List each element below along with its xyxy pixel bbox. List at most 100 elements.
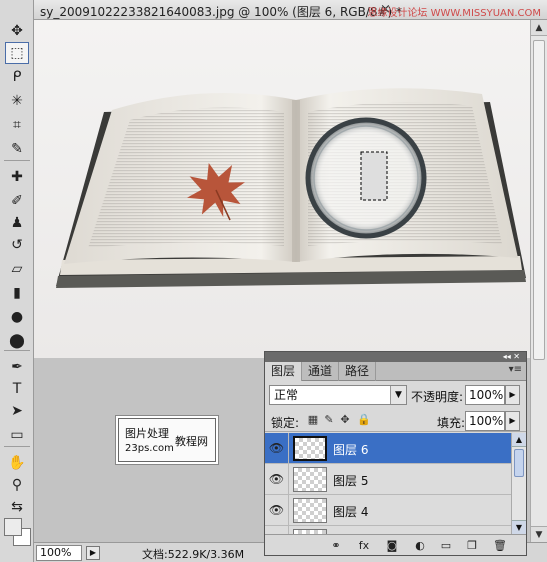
layer-thumbnail [293, 498, 327, 523]
status-menu-icon[interactable]: ▶ [86, 546, 100, 560]
visibility-eye-icon[interactable]: 👁 [265, 464, 289, 494]
fill-field[interactable]: 100% [465, 411, 505, 431]
visibility-eye-icon[interactable]: 👁 [265, 433, 289, 463]
hand-icon: ✋ [8, 455, 26, 471]
crop-icon: ⌗ [13, 117, 21, 133]
shape-tool[interactable]: ▭ [5, 424, 29, 446]
tab-channels[interactable]: 通道 [302, 362, 340, 381]
layer-list-scrollbar[interactable]: ▲ ▼ [511, 433, 526, 534]
toolbox-divider [4, 350, 30, 351]
move-tool[interactable]: ✥ [5, 20, 29, 42]
layer-name: 图层 5 [333, 474, 369, 488]
panel-menu-icon[interactable]: ▾≡ [509, 364, 522, 375]
lock-image-icon[interactable]: ✎ [323, 414, 335, 426]
zoom-level-field[interactable]: 100% [36, 545, 82, 561]
opacity-label: 不透明度: [411, 390, 464, 404]
visibility-eye-icon[interactable]: 👁 [265, 495, 289, 525]
lock-all-icon[interactable]: 🔒 [357, 414, 371, 426]
eraser-icon: ▱ [11, 261, 23, 277]
tab-paths[interactable]: 路径 [339, 362, 377, 381]
foreground-color-swatch[interactable] [4, 518, 22, 536]
adjustment-layer-icon[interactable]: ◐ [411, 538, 429, 553]
opacity-slider-arrow-icon[interactable]: ▶ [505, 385, 520, 405]
magic-wand-icon: ✳ [11, 93, 23, 109]
layer-row[interactable]: 👁 图层 5 [265, 464, 511, 495]
layers-panel-footer: ⚭ fx ◙ ◐ ▭ ❐ 🗑 [265, 534, 526, 555]
site-logo: 图片处理 23ps.com 教程网 [118, 418, 216, 462]
layer-row[interactable] [265, 526, 511, 534]
scroll-down-arrow-icon[interactable]: ▼ [512, 520, 526, 534]
swap-colors-tool[interactable]: ⇆ [5, 496, 29, 518]
lasso-icon: ᑭ [12, 69, 22, 85]
delete-layer-icon[interactable]: 🗑 [491, 538, 509, 553]
zoom-tool[interactable]: ⚲ [5, 474, 29, 496]
scroll-up-arrow-icon[interactable]: ▲ [531, 20, 547, 36]
tab-layers[interactable]: 图层 [265, 362, 303, 381]
pen-tool[interactable]: ✒ [5, 356, 29, 378]
layer-row[interactable]: 👁 图层 6 [265, 433, 511, 464]
document-tab[interactable]: sy_20091022233821640083.jpg @ 100% (图层 6… [34, 0, 547, 20]
scrollbar-thumb[interactable] [533, 40, 545, 360]
canvas-vertical-scrollbar[interactable]: ▲ ▼ [530, 20, 547, 542]
marquee-tool[interactable]: ⬚ [5, 42, 29, 64]
toolbox-divider [4, 160, 30, 161]
lock-transparency-icon[interactable]: ▦ [307, 414, 319, 426]
stamp-tool[interactable]: ♟ [5, 212, 29, 234]
layer-style-icon[interactable]: fx [355, 538, 373, 553]
logo-text-line1: 图片处理 [125, 427, 169, 440]
blur-icon: ● [10, 309, 24, 325]
opacity-field[interactable]: 100% [465, 385, 505, 405]
move-icon: ✥ [11, 23, 23, 39]
scroll-down-arrow-icon[interactable]: ▼ [531, 526, 547, 542]
pen-icon: ✒ [11, 359, 23, 375]
blend-mode-select[interactable]: 正常 ▼ [269, 385, 407, 405]
eyedropper-tool[interactable]: ✎ [5, 138, 29, 160]
lock-position-icon[interactable]: ✥ [339, 414, 351, 426]
layer-row[interactable]: 👁 图层 4 [265, 495, 511, 526]
zoom-icon: ⚲ [11, 477, 23, 493]
toolbox-divider [4, 446, 30, 447]
lasso-tool[interactable]: ᑭ [5, 66, 29, 88]
blur-tool[interactable]: ● [5, 306, 29, 328]
logo-text-line2: 23ps.com [125, 443, 174, 454]
brush-tool[interactable]: ✐ [5, 190, 29, 212]
book-image [56, 88, 526, 288]
panel-collapse-icon[interactable]: ◂◂ ✕ [503, 352, 520, 362]
brush-icon: ✐ [11, 193, 23, 209]
type-icon: T [12, 381, 22, 397]
panel-tabs: 图层 通道 路径 ▾≡ [265, 362, 526, 381]
book-photo[interactable] [34, 20, 530, 358]
gradient-tool[interactable]: ▮ [5, 282, 29, 304]
scrollbar-thumb[interactable] [514, 449, 524, 477]
document-size: 文档:522.9K/3.36M [142, 548, 245, 561]
eraser-tool[interactable]: ▱ [5, 258, 29, 280]
lock-row: 锁定: ▦ ✎ ✥ 🔒 填充: 100% ▶ [265, 410, 526, 432]
marquee-icon: ⬚ [10, 45, 24, 61]
scroll-up-arrow-icon[interactable]: ▲ [512, 433, 526, 447]
crop-tool[interactable]: ⌗ [5, 114, 29, 136]
blend-mode-value: 正常 [274, 388, 299, 402]
healing-icon: ✚ [11, 169, 23, 185]
hand-tool[interactable]: ✋ [5, 452, 29, 474]
gradient-icon: ▮ [13, 285, 21, 301]
link-layers-icon[interactable]: ⚭ [327, 538, 345, 553]
panel-title-bar[interactable]: ◂◂ ✕ [265, 352, 526, 362]
dodge-icon: ⬤ [9, 333, 25, 349]
chevron-down-icon[interactable]: ▼ [390, 386, 406, 404]
type-tool[interactable]: T [5, 378, 29, 400]
fill-slider-arrow-icon[interactable]: ▶ [505, 411, 520, 431]
history-brush-icon: ↺ [11, 237, 23, 253]
new-layer-icon[interactable]: ❐ [463, 538, 481, 553]
dodge-tool[interactable]: ⬤ [5, 330, 29, 352]
path-selection-tool[interactable]: ➤ [5, 400, 29, 422]
lock-label: 锁定: [271, 416, 300, 430]
new-group-icon[interactable]: ▭ [437, 538, 455, 553]
eyedropper-icon: ✎ [11, 141, 23, 157]
layer-mask-icon[interactable]: ◙ [383, 538, 401, 553]
magic-wand-tool[interactable]: ✳ [5, 90, 29, 112]
history-brush-tool[interactable]: ↺ [5, 234, 29, 256]
site-watermark: 思缘设计论坛 WWW.MISSYUAN.COM [367, 8, 541, 19]
visibility-eye-icon[interactable] [265, 526, 289, 534]
document-title: sy_20091022233821640083.jpg @ 100% (图层 6… [40, 5, 403, 19]
healing-tool[interactable]: ✚ [5, 166, 29, 188]
